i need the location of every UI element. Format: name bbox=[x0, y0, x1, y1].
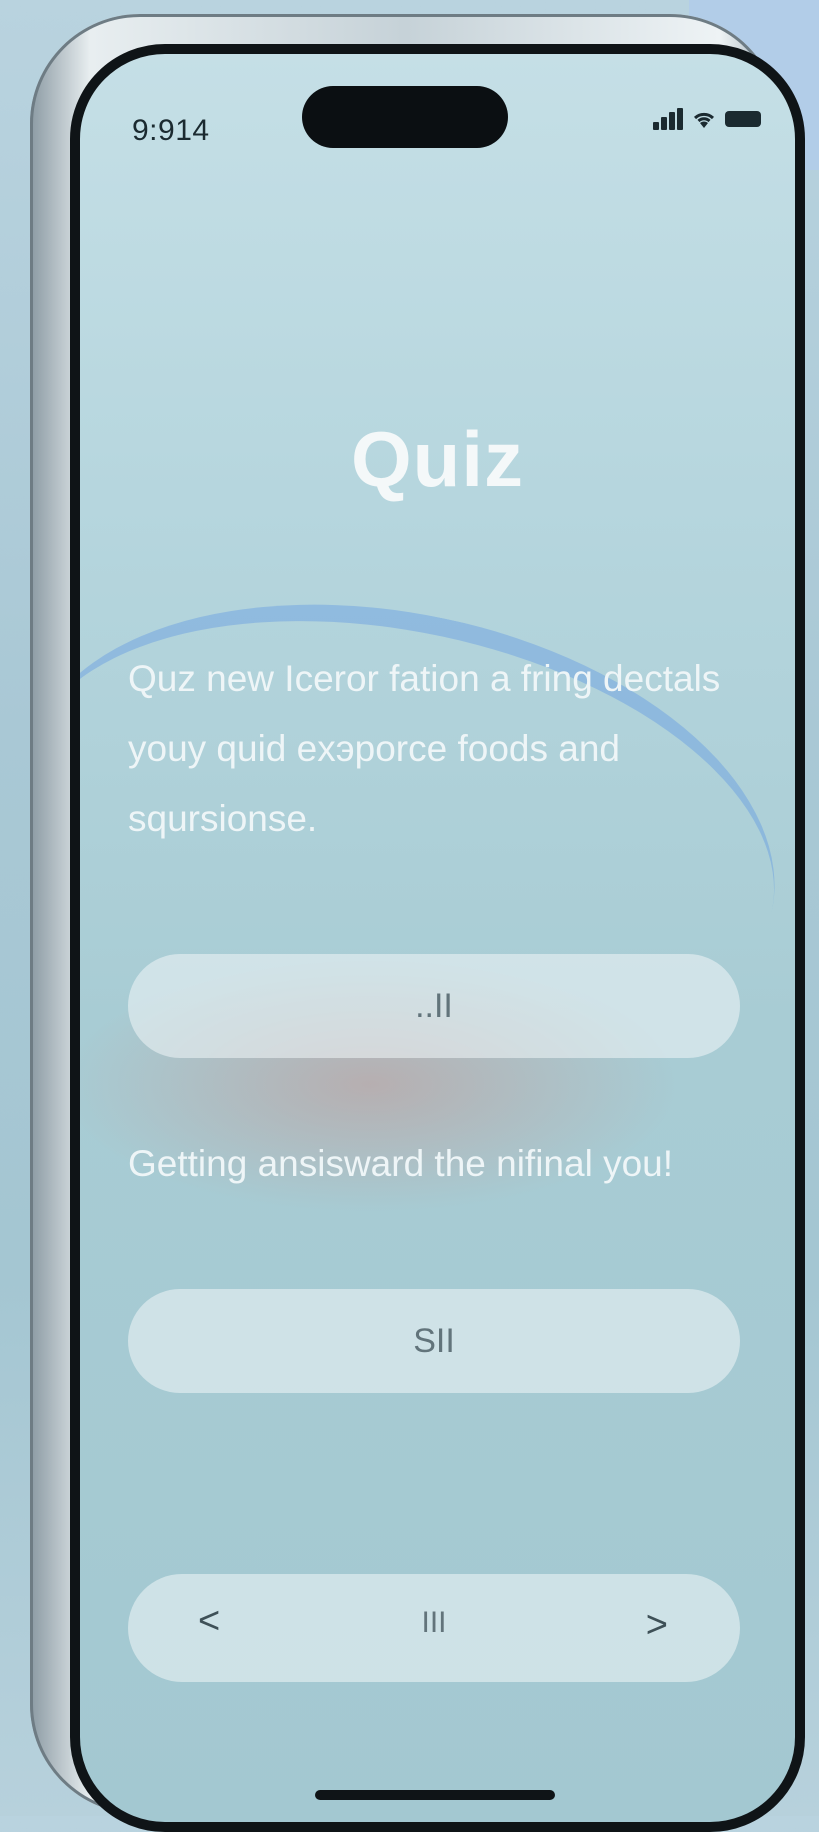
quiz-description: Quz new Iceror fation a fring dectals yo… bbox=[128, 658, 721, 839]
battery-icon bbox=[725, 111, 761, 127]
home-indicator[interactable] bbox=[315, 1790, 555, 1800]
status-icons bbox=[653, 108, 761, 130]
answer-button-2[interactable]: SII bbox=[128, 1289, 740, 1393]
quiz-prompt: Getting ansisward the nifinal you! bbox=[128, 1143, 674, 1184]
signal-icon bbox=[653, 108, 683, 130]
status-time: 9:914 bbox=[132, 114, 210, 147]
next-button[interactable]: > bbox=[646, 1604, 668, 1647]
wifi-icon bbox=[693, 112, 715, 128]
page-title: Quiz bbox=[351, 415, 524, 503]
phone-frame: 9:914 Quiz Quz new Iceror fation a fring… bbox=[30, 14, 805, 1832]
phone-screen: 9:914 Quiz Quz new Iceror fation a fring… bbox=[70, 44, 805, 1832]
dynamic-island bbox=[302, 86, 508, 148]
answer-button-1[interactable]: ..II bbox=[128, 954, 740, 1058]
status-bar: 9:914 bbox=[80, 54, 795, 164]
bottom-nav: < III > bbox=[128, 1574, 740, 1682]
